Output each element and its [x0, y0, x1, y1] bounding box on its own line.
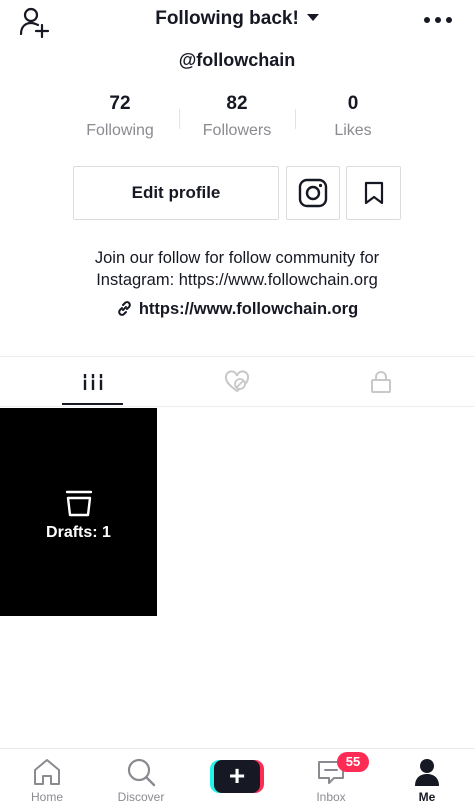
- profile-link-text: https://www.followchain.org: [138, 300, 359, 318]
- nav-label: Home: [30, 790, 63, 804]
- nav-me[interactable]: Me: [380, 749, 474, 810]
- nav-label: Discover: [117, 790, 165, 804]
- active-tab-indicator: [62, 403, 123, 405]
- plus-icon: +: [214, 760, 260, 793]
- more-icon[interactable]: [424, 17, 452, 25]
- profile-tabs: [0, 356, 474, 407]
- nav-discover[interactable]: Discover: [94, 749, 188, 810]
- stat-likes[interactable]: 0 Likes: [295, 93, 411, 140]
- stat-followers[interactable]: 82 Followers: [179, 93, 295, 140]
- search-icon: [127, 758, 156, 787]
- account-switcher[interactable]: Following back!: [0, 8, 474, 30]
- nav-label: Inbox: [316, 790, 346, 804]
- nav-home[interactable]: Home: [0, 749, 94, 810]
- profile-link[interactable]: https://www.followchain.org: [0, 300, 474, 319]
- nav-label: Me: [418, 790, 436, 804]
- instagram-icon: [298, 178, 328, 208]
- instagram-button[interactable]: [286, 166, 340, 220]
- drafts-label: Drafts: 1: [46, 524, 111, 541]
- grid-icon: [82, 374, 104, 390]
- link-icon: [118, 301, 131, 316]
- bottom-nav: Home Discover + Inbox Me: [0, 748, 474, 810]
- stat-label: Following: [86, 122, 154, 139]
- tab-liked[interactable]: [158, 357, 316, 407]
- favorites-button[interactable]: [346, 166, 401, 220]
- tab-videos[interactable]: [14, 357, 172, 407]
- top-bar: Following back!: [0, 0, 474, 44]
- stat-following[interactable]: 72 Following: [62, 93, 178, 140]
- stat-value: 72: [109, 93, 131, 114]
- drafts-tile[interactable]: Drafts: 1: [0, 408, 157, 616]
- stat-value: 82: [226, 93, 248, 114]
- edit-profile-button[interactable]: Edit profile: [73, 166, 279, 220]
- create-button[interactable]: +: [210, 760, 264, 793]
- bio-line: Join our follow for follow community for: [94, 249, 380, 267]
- bookmark-icon: [364, 181, 383, 205]
- stat-value: 0: [347, 93, 359, 114]
- profile-stats: 72 Following 82 Followers 0 Likes: [62, 93, 412, 151]
- profile-bio: Join our follow for follow community for…: [40, 247, 434, 291]
- stat-label: Followers: [202, 122, 272, 139]
- stat-label: Likes: [334, 122, 372, 139]
- lock-icon: [371, 371, 391, 393]
- drafts-icon: [65, 490, 93, 517]
- profile-icon: [415, 759, 439, 786]
- tab-private[interactable]: [302, 357, 460, 407]
- inbox-badge: 55: [337, 752, 369, 772]
- liked-hidden-icon: [224, 370, 250, 393]
- page-title: Following back!: [155, 8, 299, 29]
- bio-line: Instagram: https://www.followchain.org: [96, 271, 378, 289]
- chevron-down-icon: [306, 14, 319, 21]
- username-handle: @followchain: [178, 50, 296, 70]
- home-icon: [34, 759, 60, 785]
